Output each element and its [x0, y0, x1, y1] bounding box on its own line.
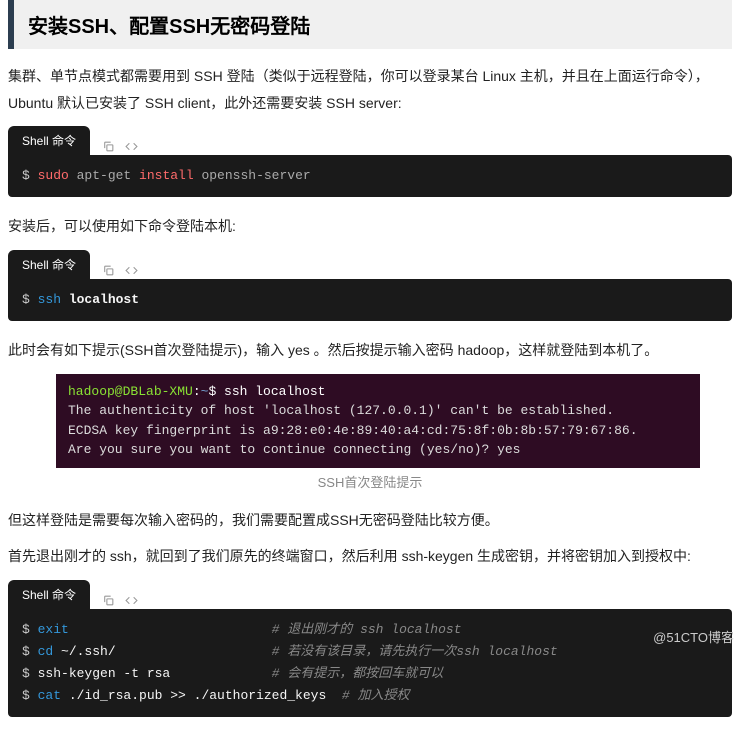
code-content: $ ssh localhost: [8, 279, 732, 321]
terminal-cmd: $ ssh localhost: [208, 384, 325, 399]
prompt: $: [22, 644, 38, 659]
cmd-ssh: ssh: [38, 292, 61, 307]
code-icon[interactable]: [125, 594, 138, 607]
paragraph-3: 此时会有如下提示(SSH首次登陆提示)，输入 yes 。然后按提示输入密码 ha…: [8, 337, 732, 364]
section-header: 安装SSH、配置SSH无密码登陆: [8, 0, 732, 49]
cmd-pkg: openssh-server: [194, 168, 311, 183]
code-block-3: Shell 命令 $ exit # 退出刚才的 ssh localhost $ …: [8, 580, 732, 717]
paragraph-2: 安装后，可以使用如下命令登陆本机:: [8, 213, 732, 240]
code-tabs: Shell 命令: [8, 250, 732, 279]
prompt: $: [22, 292, 38, 307]
shell-tab[interactable]: Shell 命令: [8, 250, 90, 279]
image-caption: SSH首次登陆提示: [8, 472, 732, 491]
terminal-user: hadoop@DBLab-XMU: [68, 384, 193, 399]
cmd-cat: cat: [38, 688, 61, 703]
cmd-cd: cd: [38, 644, 54, 659]
shell-tab[interactable]: Shell 命令: [8, 580, 90, 609]
copy-icon[interactable]: [102, 140, 115, 153]
code-tabs: Shell 命令: [8, 580, 732, 609]
pad: [170, 666, 271, 681]
comment: # 退出刚才的 ssh localhost: [272, 619, 462, 641]
tab-icons: [92, 590, 148, 609]
code-block-1: Shell 命令 $ sudo apt-get install openssh-…: [8, 126, 732, 197]
pad: [326, 688, 342, 703]
prompt: $: [22, 666, 38, 681]
pad: [69, 622, 272, 637]
tab-icons: [92, 136, 148, 155]
cmd-arg: ./id_rsa.pub >> ./authorized_keys: [61, 688, 326, 703]
code-content: $ sudo apt-get install openssh-server: [8, 155, 732, 197]
terminal-line: The authenticity of host 'localhost (127…: [68, 403, 614, 418]
code-icon[interactable]: [125, 140, 138, 153]
watermark: @51CTO博客: [653, 627, 734, 646]
section-title: 安装SSH、配置SSH无密码登陆: [28, 10, 718, 39]
comment: # 加入授权: [342, 685, 410, 707]
copy-icon[interactable]: [102, 594, 115, 607]
prompt: $: [22, 688, 38, 703]
paragraph-4: 但这样登陆是需要每次输入密码的，我们需要配置成SSH无密码登陆比较方便。: [8, 507, 732, 534]
code-line: $ cat ./id_rsa.pub >> ./authorized_keys …: [22, 685, 718, 707]
prompt: $: [22, 622, 38, 637]
cmd-arg: ~/.ssh/: [53, 644, 115, 659]
prompt: $: [22, 168, 38, 183]
paragraph-intro: 集群、单节点模式都需要用到 SSH 登陆（类似于远程登陆，你可以登录某台 Lin…: [8, 63, 732, 116]
copy-icon[interactable]: [102, 264, 115, 277]
code-icon[interactable]: [125, 264, 138, 277]
terminal-screenshot: hadoop@DBLab-XMU:~$ ssh localhost The au…: [56, 374, 700, 468]
comment: # 会有提示，都按回车就可以: [272, 663, 444, 685]
cmd-install: install: [139, 168, 194, 183]
code-block-2: Shell 命令 $ ssh localhost: [8, 250, 732, 321]
terminal-colon: :: [193, 384, 201, 399]
code-content: $ exit # 退出刚才的 ssh localhost $ cd ~/.ssh…: [8, 609, 732, 717]
code-tabs: Shell 命令: [8, 126, 732, 155]
cmd-sshkeygen: ssh-keygen -t rsa: [38, 666, 171, 681]
cmd-sudo: sudo: [38, 168, 69, 183]
pad: [116, 644, 272, 659]
code-line: $ exit # 退出刚才的 ssh localhost: [22, 619, 718, 641]
paragraph-5: 首先退出刚才的 ssh，就回到了我们原先的终端窗口，然后利用 ssh-keyge…: [8, 543, 732, 570]
code-line: $ ssh-keygen -t rsa # 会有提示，都按回车就可以: [22, 663, 718, 685]
shell-tab[interactable]: Shell 命令: [8, 126, 90, 155]
cmd-host: localhost: [61, 292, 139, 307]
terminal-line: ECDSA key fingerprint is a9:28:e0:4e:89:…: [68, 423, 638, 438]
cmd-aptget: apt-get: [69, 168, 139, 183]
terminal-line: Are you sure you want to continue connec…: [68, 442, 520, 457]
cmd-exit: exit: [38, 622, 69, 637]
tab-icons: [92, 260, 148, 279]
